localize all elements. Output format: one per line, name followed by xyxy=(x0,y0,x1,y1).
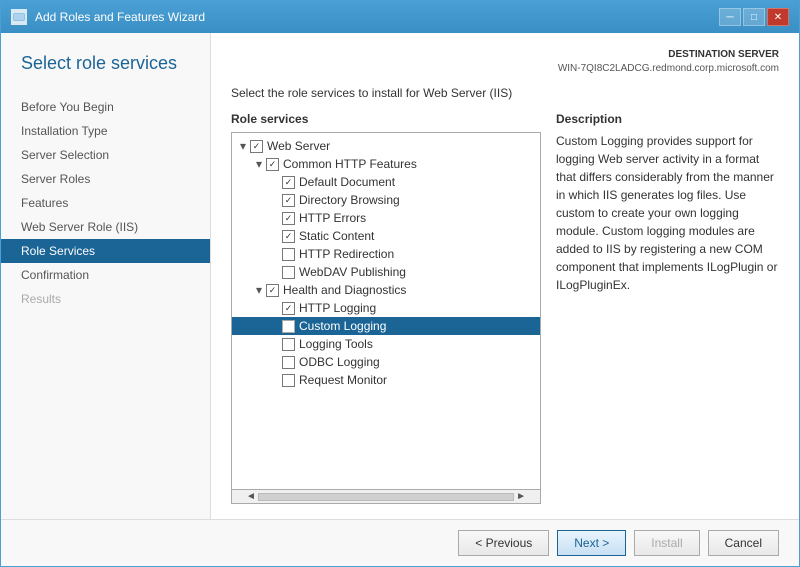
next-button[interactable]: Next > xyxy=(557,530,626,556)
checkbox-http-errors[interactable] xyxy=(282,212,295,225)
tree-label-web-server: Web Server xyxy=(267,139,330,153)
checkbox-static-content[interactable] xyxy=(282,230,295,243)
tree-item-http-errors[interactable]: HTTP Errors xyxy=(232,209,540,227)
two-panel: Role services ▾Web Server▾Common HTTP Fe… xyxy=(231,112,779,504)
sidebar-item-installation-type[interactable]: Installation Type xyxy=(1,119,210,143)
window-controls: ─ □ ✕ xyxy=(719,8,789,26)
sidebar-item-features[interactable]: Features xyxy=(1,191,210,215)
expand-icon-custom-logging[interactable] xyxy=(268,319,282,333)
checkbox-health-diag[interactable] xyxy=(266,284,279,297)
tree-item-odbc-logging[interactable]: ODBC Logging xyxy=(232,353,540,371)
close-button[interactable]: ✕ xyxy=(767,8,789,26)
tree-item-web-server[interactable]: ▾ Web Server xyxy=(232,137,540,155)
tree-item-webdav[interactable]: WebDAV Publishing xyxy=(232,263,540,281)
tree-label-request-monitor: Request Monitor xyxy=(299,373,387,387)
checkbox-odbc-logging[interactable] xyxy=(282,356,295,369)
horizontal-scrollbar[interactable]: ◄ ► xyxy=(232,489,540,503)
title-bar: Add Roles and Features Wizard ─ □ ✕ xyxy=(1,1,799,33)
expand-icon-http-errors[interactable] xyxy=(268,211,282,225)
sidebar-item-server-selection[interactable]: Server Selection xyxy=(1,143,210,167)
checkbox-http-logging[interactable] xyxy=(282,302,295,315)
wizard-window: Add Roles and Features Wizard ─ □ ✕ Sele… xyxy=(0,0,800,567)
tree-label-static-content: Static Content xyxy=(299,229,374,243)
expand-icon-static-content[interactable] xyxy=(268,229,282,243)
description-panel-header: Description xyxy=(556,112,779,126)
cancel-button[interactable]: Cancel xyxy=(708,530,779,556)
expand-icon-web-server[interactable]: ▾ xyxy=(236,139,250,153)
tree-item-dir-browsing[interactable]: Directory Browsing xyxy=(232,191,540,209)
tree-label-default-doc: Default Document xyxy=(299,175,395,189)
tree-label-webdav: WebDAV Publishing xyxy=(299,265,406,279)
minimize-button[interactable]: ─ xyxy=(719,8,741,26)
left-panel: Role services ▾Web Server▾Common HTTP Fe… xyxy=(231,112,541,504)
sidebar-header: Select role services xyxy=(1,33,210,85)
tree-item-request-monitor[interactable]: Request Monitor xyxy=(232,371,540,389)
main-content: DESTINATION SERVER WIN-7QI8C2LADCG.redmo… xyxy=(211,33,799,519)
tree-item-http-redirect[interactable]: HTTP Redirection xyxy=(232,245,540,263)
tree-label-common-http: Common HTTP Features xyxy=(283,157,417,171)
previous-button[interactable]: < Previous xyxy=(458,530,549,556)
tree-scroll[interactable]: ▾Web Server▾Common HTTP FeaturesDefault … xyxy=(232,133,540,489)
sidebar-item-role-services[interactable]: Role Services xyxy=(1,239,210,263)
expand-icon-http-redirect[interactable] xyxy=(268,247,282,261)
checkbox-webdav[interactable] xyxy=(282,266,295,279)
tree-item-default-doc[interactable]: Default Document xyxy=(232,173,540,191)
description-text: Custom Logging provides support for logg… xyxy=(556,132,779,294)
sidebar-item-confirmation[interactable]: Confirmation xyxy=(1,263,210,287)
sidebar-item-results[interactable]: Results xyxy=(1,287,210,311)
sidebar-item-before-you-begin[interactable]: Before You Begin xyxy=(1,95,210,119)
expand-icon-odbc-logging[interactable] xyxy=(268,355,282,369)
tree-label-http-redirect: HTTP Redirection xyxy=(299,247,394,261)
tree-label-http-errors: HTTP Errors xyxy=(299,211,366,225)
maximize-button[interactable]: □ xyxy=(743,8,765,26)
sidebar-item-web-server-role[interactable]: Web Server Role (IIS) xyxy=(1,215,210,239)
expand-icon-logging-tools[interactable] xyxy=(268,337,282,351)
tree-item-custom-logging[interactable]: Custom Logging xyxy=(232,317,540,335)
hscrollbar-thumb[interactable] xyxy=(258,493,514,501)
roles-panel-header: Role services xyxy=(231,112,541,126)
checkbox-http-redirect[interactable] xyxy=(282,248,295,261)
tree-label-logging-tools: Logging Tools xyxy=(299,337,373,351)
tree-item-common-http[interactable]: ▾ Common HTTP Features xyxy=(232,155,540,173)
expand-icon-default-doc[interactable] xyxy=(268,175,282,189)
tree-label-custom-logging: Custom Logging xyxy=(299,319,386,333)
expand-icon-request-monitor[interactable] xyxy=(268,373,282,387)
expand-icon-common-http[interactable]: ▾ xyxy=(252,157,266,171)
destination-server-info: DESTINATION SERVER WIN-7QI8C2LADCG.redmo… xyxy=(231,48,779,76)
tree-container: ▾Web Server▾Common HTTP FeaturesDefault … xyxy=(231,132,541,504)
tree-item-logging-tools[interactable]: Logging Tools xyxy=(232,335,540,353)
tree-label-health-diag: Health and Diagnostics xyxy=(283,283,406,297)
tree-item-http-logging[interactable]: HTTP Logging xyxy=(232,299,540,317)
expand-icon-dir-browsing[interactable] xyxy=(268,193,282,207)
main-instruction: Select the role services to install for … xyxy=(231,86,779,100)
window-title: Add Roles and Features Wizard xyxy=(35,10,205,24)
sidebar: Select role services Before You BeginIns… xyxy=(1,33,211,519)
title-bar-left: Add Roles and Features Wizard xyxy=(11,9,205,25)
expand-icon-http-logging[interactable] xyxy=(268,301,282,315)
content-area: Select role services Before You BeginIns… xyxy=(1,33,799,519)
checkbox-default-doc[interactable] xyxy=(282,176,295,189)
expand-icon-health-diag[interactable]: ▾ xyxy=(252,283,266,297)
tree-label-http-logging: HTTP Logging xyxy=(299,301,376,315)
destination-server-name: WIN-7QI8C2LADCG.redmond.corp.microsoft.c… xyxy=(231,62,779,76)
destination-server-label: DESTINATION SERVER xyxy=(231,48,779,62)
right-panel: Description Custom Logging provides supp… xyxy=(556,112,779,504)
checkbox-dir-browsing[interactable] xyxy=(282,194,295,207)
checkbox-request-monitor[interactable] xyxy=(282,374,295,387)
checkbox-logging-tools[interactable] xyxy=(282,338,295,351)
install-button[interactable]: Install xyxy=(634,530,699,556)
expand-icon-webdav[interactable] xyxy=(268,265,282,279)
checkbox-custom-logging[interactable] xyxy=(282,320,295,333)
tree-item-health-diag[interactable]: ▾ Health and Diagnostics xyxy=(232,281,540,299)
sidebar-nav: Before You BeginInstallation TypeServer … xyxy=(1,85,210,321)
wizard-icon xyxy=(11,9,27,25)
hscrollbar-track[interactable]: ◄ ► xyxy=(232,490,540,503)
tree-label-dir-browsing: Directory Browsing xyxy=(299,193,400,207)
tree-item-static-content[interactable]: Static Content xyxy=(232,227,540,245)
sidebar-item-server-roles[interactable]: Server Roles xyxy=(1,167,210,191)
footer: < Previous Next > Install Cancel xyxy=(1,519,799,566)
checkbox-common-http[interactable] xyxy=(266,158,279,171)
checkbox-web-server[interactable] xyxy=(250,140,263,153)
tree-label-odbc-logging: ODBC Logging xyxy=(299,355,380,369)
